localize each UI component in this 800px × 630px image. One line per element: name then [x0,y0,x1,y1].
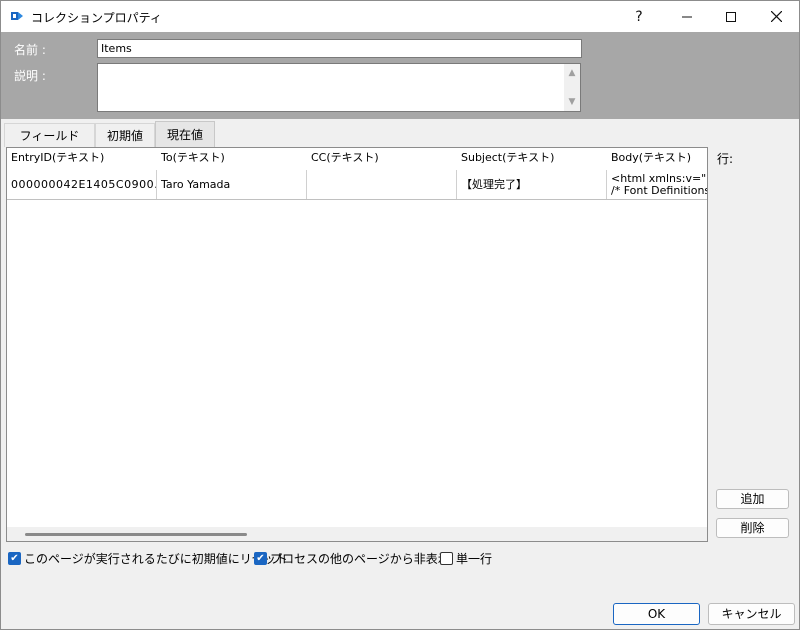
column-header-subject[interactable]: Subject(テキスト) [457,148,607,168]
cell-body-line: /* Font Definitions [611,184,708,197]
cell-subject[interactable]: 【処理完了】 [457,170,607,199]
delete-row-button[interactable]: 削除 [716,518,789,538]
add-row-button[interactable]: 追加 [716,489,789,509]
description-scrollbar[interactable]: ▲ ▼ [564,64,580,111]
name-field[interactable]: Items [97,39,582,58]
scrollbar-thumb[interactable] [25,533,247,536]
table-row[interactable]: 000000042E1405C0900… Taro Yamada 【処理完了】 … [7,170,708,200]
single-row-checkbox-option[interactable]: 単一行 [440,550,492,566]
close-button[interactable] [753,1,799,32]
tab-initial-values[interactable]: 初期値 [95,123,155,147]
close-icon [770,11,782,22]
column-header-cc[interactable]: CC(テキスト) [307,148,457,168]
column-header-entryid[interactable]: EntryID(テキスト) [7,148,157,168]
check-icon[interactable]: ✔ [254,551,267,565]
cell-cc[interactable] [307,170,457,199]
tab-fields[interactable]: フィールド [4,123,95,147]
cancel-button[interactable]: キャンセル [708,603,795,625]
reset-checkbox-label: このページが実行されるたびに初期値にリセット [24,551,288,566]
collection-grid[interactable]: EntryID(テキスト) To(テキスト) CC(テキスト) Subject(… [6,147,708,542]
ok-button[interactable]: OK [613,603,700,625]
minimize-icon [682,16,692,17]
description-field[interactable]: ▲ ▼ [97,63,581,112]
maximize-button[interactable] [708,1,754,32]
reset-checkbox-option[interactable]: ✔ このページが実行されるたびに初期値にリセット [8,550,288,566]
collection-properties-dialog: コレクションプロパティ ? 名前 : Items 説明 : ▲ ▼ フィールド … [0,0,800,630]
column-header-body[interactable]: Body(テキスト) [607,148,707,168]
hide-checkbox-label: プロセスの他のページから非表示 [270,551,450,566]
minimize-button[interactable] [664,1,710,32]
description-label: 説明 : [14,69,46,83]
rows-label: 行: [717,152,734,166]
app-icon [11,12,23,20]
cell-entryid[interactable]: 000000042E1405C0900… [7,170,157,199]
help-button[interactable]: ? [616,1,662,32]
scroll-up-icon[interactable]: ▲ [564,66,580,80]
hide-checkbox-option[interactable]: ✔ プロセスの他のページから非表示 [254,550,450,566]
check-icon[interactable]: ✔ [8,551,21,565]
single-row-checkbox-label: 単一行 [456,551,493,566]
window-title: コレクションプロパティ [31,11,162,25]
grid-header: EntryID(テキスト) To(テキスト) CC(テキスト) Subject(… [7,148,707,168]
tab-current-values[interactable]: 現在値 [155,121,215,147]
horizontal-scrollbar[interactable] [7,527,707,541]
cell-body[interactable]: <html xmlns:v="urn /* Font Definitions [607,170,708,199]
properties-header: 名前 : Items 説明 : ▲ ▼ [1,32,799,119]
title-bar: コレクションプロパティ ? [1,1,799,32]
maximize-icon [726,11,736,22]
scroll-down-icon[interactable]: ▼ [564,95,580,109]
name-label: 名前 : [14,43,46,57]
column-header-to[interactable]: To(テキスト) [157,148,307,168]
checkbox-icon[interactable] [440,551,453,565]
cell-to[interactable]: Taro Yamada [157,170,307,199]
